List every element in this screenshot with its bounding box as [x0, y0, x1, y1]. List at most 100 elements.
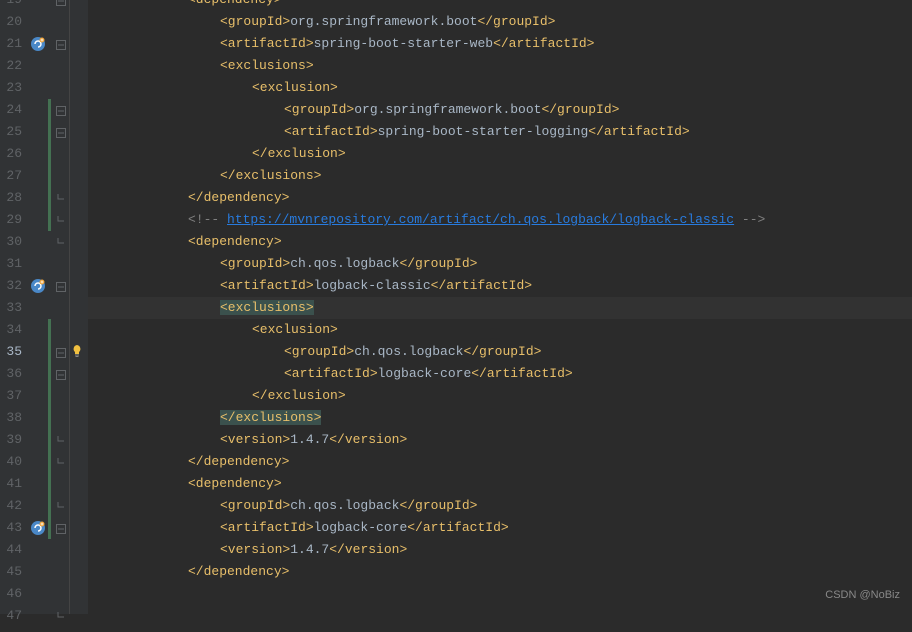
- code-line[interactable]: <artifactId>logback-classic</artifactId>: [88, 275, 912, 297]
- vcs-change-marker[interactable]: [48, 99, 51, 231]
- fold-collapse-icon[interactable]: [55, 280, 67, 292]
- code-line[interactable]: <dependency>: [88, 0, 912, 11]
- fold-end-icon[interactable]: [55, 434, 67, 446]
- fold-collapse-icon[interactable]: [55, 126, 67, 138]
- code-line[interactable]: <artifactId>logback-core</artifactId>: [88, 363, 912, 385]
- fold-end-icon[interactable]: [55, 214, 67, 226]
- code-token: ch.qos.logback: [354, 344, 463, 359]
- code-line[interactable]: </dependency>: [88, 451, 912, 473]
- code-token: logback-core: [314, 520, 408, 535]
- line-number[interactable]: 39: [0, 429, 22, 451]
- line-number[interactable]: 22: [0, 55, 22, 77]
- code-token: </dependency>: [188, 190, 289, 205]
- line-number[interactable]: 37: [0, 385, 22, 407]
- line-number[interactable]: 33: [0, 297, 22, 319]
- line-number[interactable]: 28: [0, 187, 22, 209]
- code-line[interactable]: <!-- https://mvnrepository.com/artifact/…: [88, 209, 912, 231]
- line-number[interactable]: 45: [0, 561, 22, 583]
- fold-collapse-icon[interactable]: [55, 346, 67, 358]
- code-line[interactable]: <artifactId>spring-boot-starter-web</art…: [88, 33, 912, 55]
- line-number[interactable]: 20: [0, 11, 22, 33]
- code-token: </exclusions>: [220, 410, 321, 425]
- line-number[interactable]: 35: [0, 341, 22, 363]
- fold-end-icon[interactable]: [55, 500, 67, 512]
- line-number[interactable]: 44: [0, 539, 22, 561]
- bulb-column: [70, 0, 88, 614]
- code-token: </artifactId>: [493, 36, 594, 51]
- line-number[interactable]: 25: [0, 121, 22, 143]
- code-line[interactable]: <dependency>: [88, 473, 912, 495]
- line-number[interactable]: 32: [0, 275, 22, 297]
- line-number[interactable]: 46: [0, 583, 22, 605]
- fold-collapse-icon[interactable]: [55, 0, 67, 6]
- dependency-icon[interactable]: [30, 278, 46, 294]
- line-number[interactable]: 38: [0, 407, 22, 429]
- code-line[interactable]: <groupId>ch.qos.logback</groupId>: [88, 495, 912, 517]
- line-number[interactable]: 23: [0, 77, 22, 99]
- code-token: </dependency>: [188, 454, 289, 469]
- fold-end-icon[interactable]: [55, 236, 67, 248]
- dependency-icon[interactable]: [30, 520, 46, 536]
- code-line[interactable]: <exclusions>: [88, 55, 912, 77]
- line-number[interactable]: 47: [0, 605, 22, 627]
- code-area[interactable]: </dependencies><!--SpringBoot通用依赖模块--><d…: [88, 0, 912, 614]
- code-token: </groupId>: [541, 102, 619, 117]
- code-line[interactable]: </dependency>: [88, 187, 912, 209]
- line-number[interactable]: 29: [0, 209, 22, 231]
- code-line[interactable]: </dependency>: [88, 561, 912, 583]
- code-token: <dependency>: [188, 476, 282, 491]
- code-line[interactable]: </exclusions>: [88, 165, 912, 187]
- line-numbers-column: 1920212223242526272829303132333435363738…: [0, 0, 30, 614]
- line-number[interactable]: 27: [0, 165, 22, 187]
- line-number[interactable]: 40: [0, 451, 22, 473]
- dependency-icon[interactable]: [30, 36, 46, 52]
- fold-collapse-icon[interactable]: [55, 368, 67, 380]
- code-line[interactable]: </exclusion>: [88, 385, 912, 407]
- code-line[interactable]: <version>1.4.7</version>: [88, 539, 912, 561]
- line-number[interactable]: 30: [0, 231, 22, 253]
- code-token: </exclusion>: [252, 146, 346, 161]
- code-line[interactable]: <groupId>ch.qos.logback</groupId>: [88, 253, 912, 275]
- code-token: <!--: [188, 212, 227, 227]
- code-token: <groupId>: [220, 498, 290, 513]
- code-token: <exclusions>: [220, 58, 314, 73]
- code-line[interactable]: <exclusions>: [88, 297, 912, 319]
- code-line[interactable]: </exclusions>: [88, 407, 912, 429]
- fold-end-icon[interactable]: [55, 456, 67, 468]
- code-line[interactable]: <version>1.4.7</version>: [88, 429, 912, 451]
- line-number[interactable]: 41: [0, 473, 22, 495]
- code-line[interactable]: <artifactId>logback-core</artifactId>: [88, 517, 912, 539]
- code-line[interactable]: <groupId>ch.qos.logback</groupId>: [88, 341, 912, 363]
- code-line[interactable]: <groupId>org.springframework.boot</group…: [88, 11, 912, 33]
- code-line[interactable]: <groupId>org.springframework.boot</group…: [88, 99, 912, 121]
- fold-collapse-icon[interactable]: [55, 522, 67, 534]
- code-line[interactable]: <exclusion>: [88, 77, 912, 99]
- vcs-change-marker[interactable]: [48, 319, 51, 539]
- line-number[interactable]: 24: [0, 99, 22, 121]
- line-number[interactable]: 19: [0, 0, 22, 11]
- line-number[interactable]: 42: [0, 495, 22, 517]
- code-line[interactable]: </exclusion>: [88, 143, 912, 165]
- line-number[interactable]: 21: [0, 33, 22, 55]
- fold-collapse-icon[interactable]: [55, 38, 67, 50]
- code-link[interactable]: https://mvnrepository.com/artifact/ch.qo…: [227, 212, 734, 227]
- fold-collapse-icon[interactable]: [55, 104, 67, 116]
- line-number[interactable]: 43: [0, 517, 22, 539]
- line-number[interactable]: 36: [0, 363, 22, 385]
- code-token: <artifactId>: [220, 36, 314, 51]
- line-number[interactable]: 31: [0, 253, 22, 275]
- intention-bulb-icon[interactable]: [70, 344, 84, 358]
- fold-column: [52, 0, 70, 614]
- code-line[interactable]: <artifactId>spring-boot-starter-logging<…: [88, 121, 912, 143]
- code-line[interactable]: <dependency>: [88, 231, 912, 253]
- fold-end-icon[interactable]: [55, 610, 67, 622]
- code-token: logback-core: [378, 366, 472, 381]
- code-line[interactable]: <exclusion>: [88, 319, 912, 341]
- code-token: </groupId>: [399, 498, 477, 513]
- line-number[interactable]: 26: [0, 143, 22, 165]
- fold-end-icon[interactable]: [55, 192, 67, 204]
- code-token: </dependency>: [188, 564, 289, 579]
- line-number[interactable]: 34: [0, 319, 22, 341]
- code-token: </groupId>: [399, 256, 477, 271]
- code-token: <dependency>: [188, 0, 282, 7]
